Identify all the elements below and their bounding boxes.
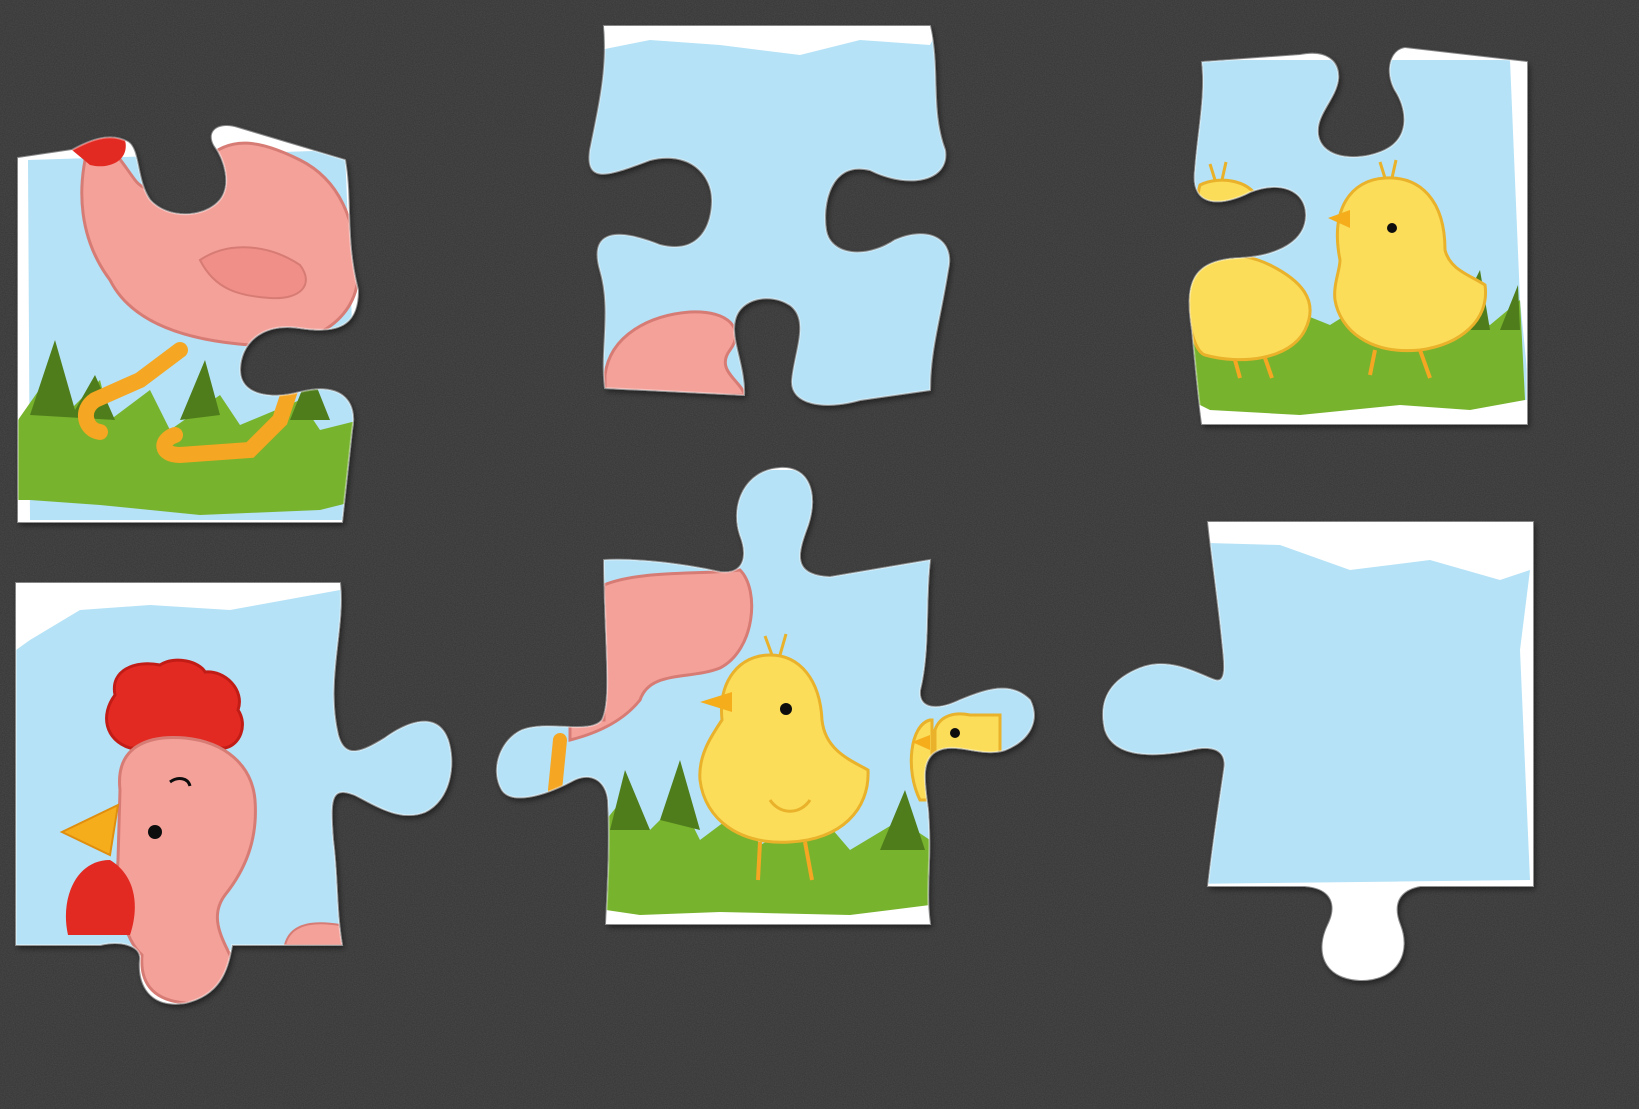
- chick-right-eye: [1387, 223, 1397, 233]
- second-chick-eye: [950, 728, 960, 738]
- hen-eye: [148, 825, 162, 839]
- puzzle-table: [0, 0, 1639, 1109]
- puzzle-board: [0, 0, 1639, 1109]
- center-chick-eye: [780, 703, 792, 715]
- hen-leg-part: [548, 733, 567, 797]
